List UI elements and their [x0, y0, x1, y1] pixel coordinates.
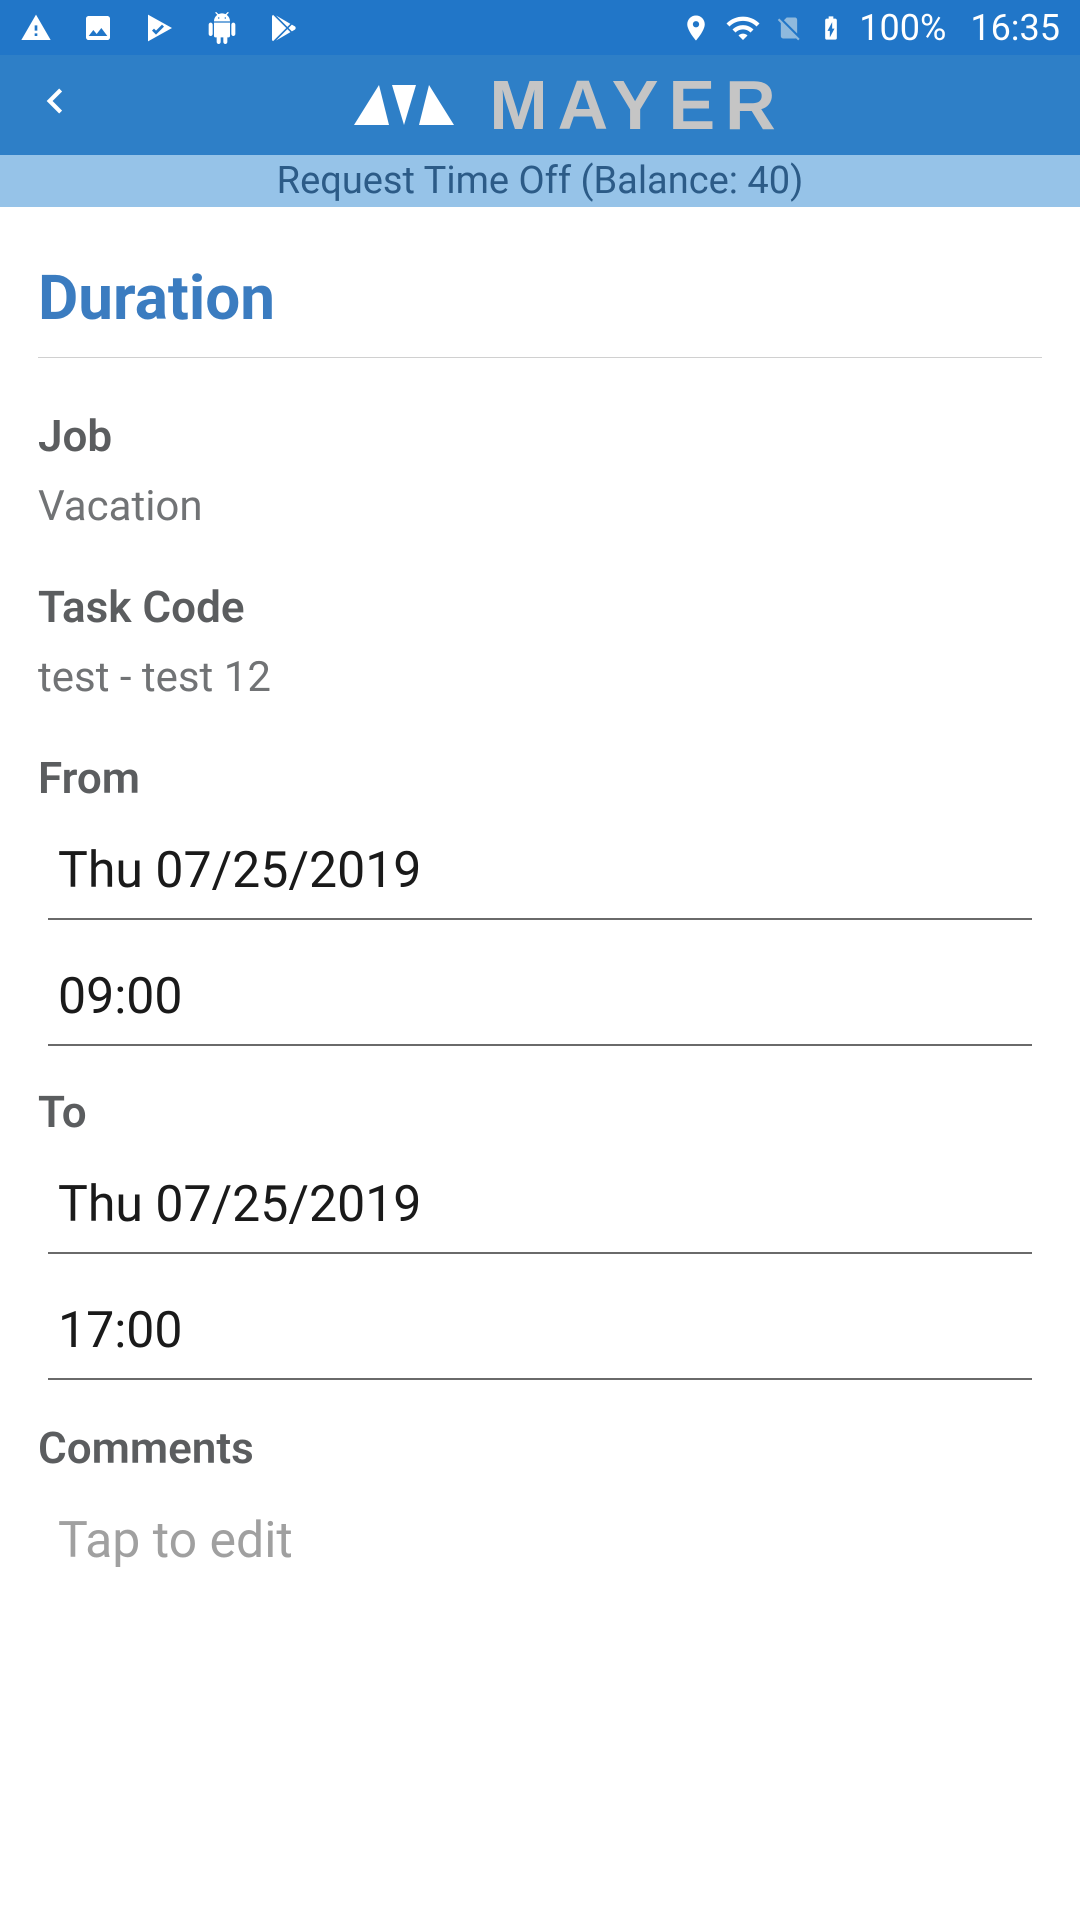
- back-button[interactable]: [30, 70, 80, 141]
- status-bar: 100% 16:35: [0, 0, 1080, 55]
- battery-charging-icon: [817, 14, 845, 42]
- task-code-value[interactable]: test - test 12: [38, 653, 1042, 702]
- status-left-icons: [20, 12, 300, 44]
- play-check-icon: [144, 12, 176, 44]
- job-value[interactable]: Vacation: [38, 482, 1042, 531]
- from-time-input[interactable]: 09:00: [48, 950, 1032, 1046]
- job-group: Job Vacation Task Code test - test 12 Fr…: [38, 410, 1042, 1380]
- wifi-icon: [725, 10, 761, 46]
- to-label: To: [38, 1086, 1042, 1138]
- from-label: From: [38, 752, 1042, 804]
- android-icon: [206, 12, 238, 44]
- to-time-input[interactable]: 17:00: [48, 1284, 1032, 1380]
- comments-label: Comments: [38, 1422, 1042, 1474]
- image-icon: [82, 12, 114, 44]
- job-label: Job: [38, 410, 1042, 462]
- from-date-input[interactable]: Thu 07/25/2019: [48, 824, 1032, 920]
- logo-mark-icon: [344, 75, 464, 135]
- comments-input[interactable]: Tap to edit: [48, 1494, 1032, 1570]
- main-content: Duration Job Vacation Task Code test - t…: [0, 207, 1080, 1570]
- task-code-label: Task Code: [38, 581, 1042, 633]
- brand-logo: MAYER: [80, 65, 1050, 145]
- play-store-icon: [268, 12, 300, 44]
- warning-icon: [20, 12, 52, 44]
- to-date-input[interactable]: Thu 07/25/2019: [48, 1158, 1032, 1254]
- battery-percent: 100%: [859, 7, 946, 49]
- app-header: MAYER: [0, 55, 1080, 155]
- section-title: Duration: [38, 262, 1042, 358]
- brand-name: MAYER: [489, 65, 785, 145]
- status-right-icons: 100% 16:35: [681, 7, 1060, 49]
- location-icon: [681, 13, 711, 43]
- comments-group: Comments Tap to edit: [38, 1422, 1042, 1570]
- page-subtitle: Request Time Off (Balance: 40): [0, 155, 1080, 207]
- clock-time: 16:35: [970, 7, 1060, 49]
- no-sim-icon: [775, 14, 803, 42]
